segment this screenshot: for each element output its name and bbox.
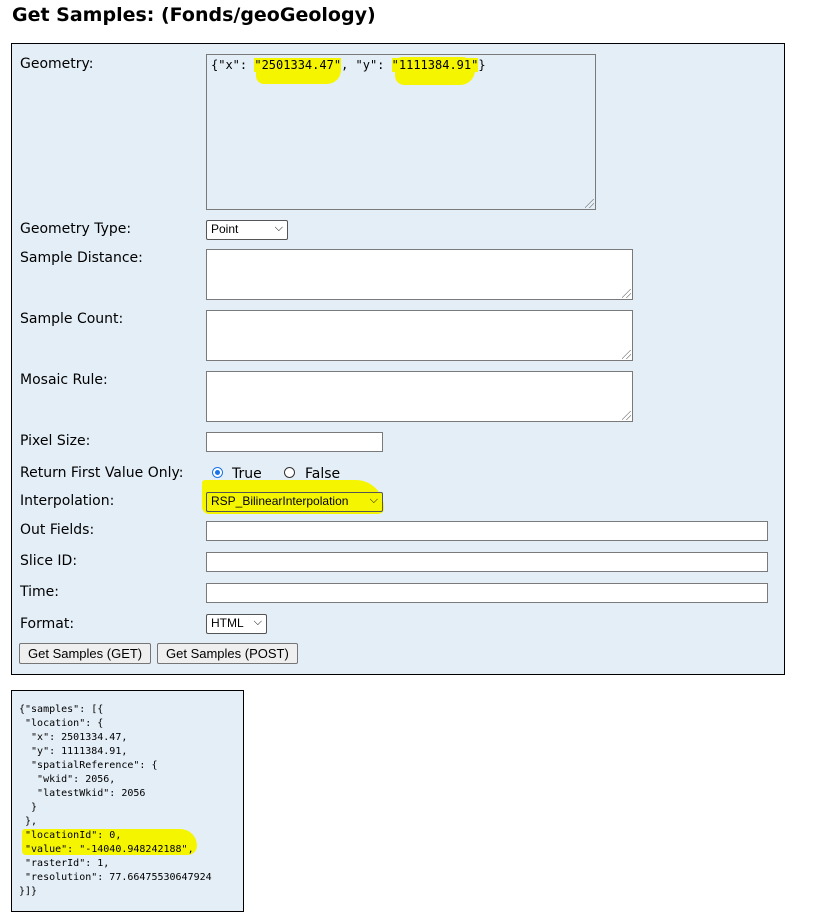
chevron-down-icon: ⌵ xyxy=(274,222,283,234)
result-value-line: "value": "-14040.948242188", xyxy=(19,844,194,855)
geometry-type-label: Geometry Type: xyxy=(20,221,132,237)
return-first-false-radio[interactable] xyxy=(284,467,295,478)
sample-distance-label: Sample Distance: xyxy=(20,250,143,266)
resize-grip-icon[interactable] xyxy=(622,350,631,359)
interpolation-label: Interpolation: xyxy=(20,493,115,509)
slice-id-input[interactable] xyxy=(206,552,768,572)
time-label: Time: xyxy=(20,584,59,600)
get-samples-form: Geometry: {"x": "2501334.47", "y": "1111… xyxy=(11,43,785,675)
return-first-value-label: Return First Value Only: xyxy=(20,465,184,481)
mosaic-rule-label: Mosaic Rule: xyxy=(20,372,108,388)
interpolation-value: RSP_BilinearInterpolation xyxy=(211,494,349,508)
geometry-type-select[interactable]: Point ⌵ xyxy=(206,220,288,240)
get-samples-post-button[interactable]: Get Samples (POST) xyxy=(157,643,298,664)
chevron-down-icon: ⌵ xyxy=(253,616,262,628)
geometry-type-value: Point xyxy=(211,222,239,236)
mosaic-rule-textarea[interactable] xyxy=(206,371,633,422)
slice-id-label: Slice ID: xyxy=(20,553,78,569)
chevron-down-icon: ⌵ xyxy=(369,494,378,506)
geometry-textarea[interactable]: {"x": "2501334.47", "y": "1111384.91"} xyxy=(206,54,596,210)
out-fields-input[interactable] xyxy=(206,521,768,541)
sample-distance-textarea[interactable] xyxy=(206,249,633,300)
get-samples-get-button[interactable]: Get Samples (GET) xyxy=(19,643,152,664)
page-title: Get Samples: (Fonds/geoGeology) xyxy=(12,4,376,26)
resize-grip-icon[interactable] xyxy=(622,411,631,420)
format-label: Format: xyxy=(20,616,75,632)
time-input[interactable] xyxy=(206,583,768,603)
out-fields-label: Out Fields: xyxy=(20,522,95,538)
pixel-size-label: Pixel Size: xyxy=(20,433,91,449)
format-select[interactable]: HTML ⌵ xyxy=(206,614,267,634)
return-first-true-radio[interactable] xyxy=(212,467,223,478)
geometry-label: Geometry: xyxy=(20,56,94,72)
sample-count-label: Sample Count: xyxy=(20,311,124,327)
resize-grip-icon[interactable] xyxy=(585,199,594,208)
pixel-size-input[interactable] xyxy=(206,432,383,452)
sample-count-textarea[interactable] xyxy=(206,310,633,361)
resize-grip-icon[interactable] xyxy=(622,289,631,298)
format-value: HTML xyxy=(211,616,244,630)
interpolation-select[interactable]: RSP_BilinearInterpolation ⌵ xyxy=(206,492,383,512)
result-json: {"samples": [{ "location": { "x": 250133… xyxy=(19,704,212,897)
result-panel: {"samples": [{ "location": { "x": 250133… xyxy=(11,690,244,912)
